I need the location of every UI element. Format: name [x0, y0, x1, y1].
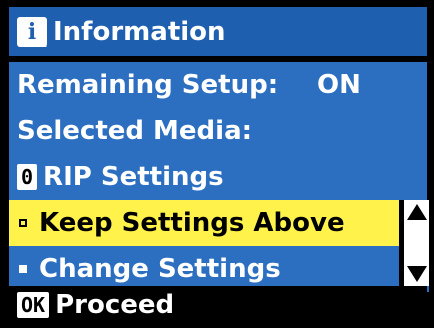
- rip-settings-row: 0 RIP Settings: [9, 154, 427, 200]
- page-title: Information: [53, 16, 226, 47]
- option-bullet-icon: [19, 219, 27, 227]
- menu-option-label: Change Settings: [39, 254, 281, 284]
- remaining-setup-label: Remaining Setup:: [17, 70, 279, 100]
- scroll-down-arrow-icon[interactable]: [404, 262, 429, 286]
- menu-option-label: Keep Settings Above: [39, 208, 345, 238]
- printer-lcd-screen: i Information Remaining Setup: ON Select…: [0, 0, 434, 328]
- info-icon: i: [17, 16, 47, 47]
- proceed-row[interactable]: OK Proceed: [9, 286, 427, 324]
- title-bar: i Information: [9, 7, 427, 56]
- scroll-thumb[interactable]: [404, 224, 429, 262]
- ok-key-badge: OK: [17, 292, 50, 318]
- menu-scrollbar[interactable]: [404, 200, 429, 292]
- menu-option-keep-settings[interactable]: Keep Settings Above: [9, 200, 399, 246]
- key-zero-badge: 0: [17, 164, 38, 190]
- remaining-setup-value: ON: [317, 70, 361, 100]
- selected-media-row: Selected Media:: [9, 108, 427, 154]
- scroll-up-arrow-icon[interactable]: [404, 200, 429, 224]
- rip-settings-label: RIP Settings: [43, 162, 224, 192]
- proceed-label: Proceed: [55, 290, 175, 320]
- option-bullet-icon: [19, 265, 27, 273]
- selected-media-label: Selected Media:: [17, 116, 253, 146]
- remaining-setup-row: Remaining Setup: ON: [9, 62, 427, 108]
